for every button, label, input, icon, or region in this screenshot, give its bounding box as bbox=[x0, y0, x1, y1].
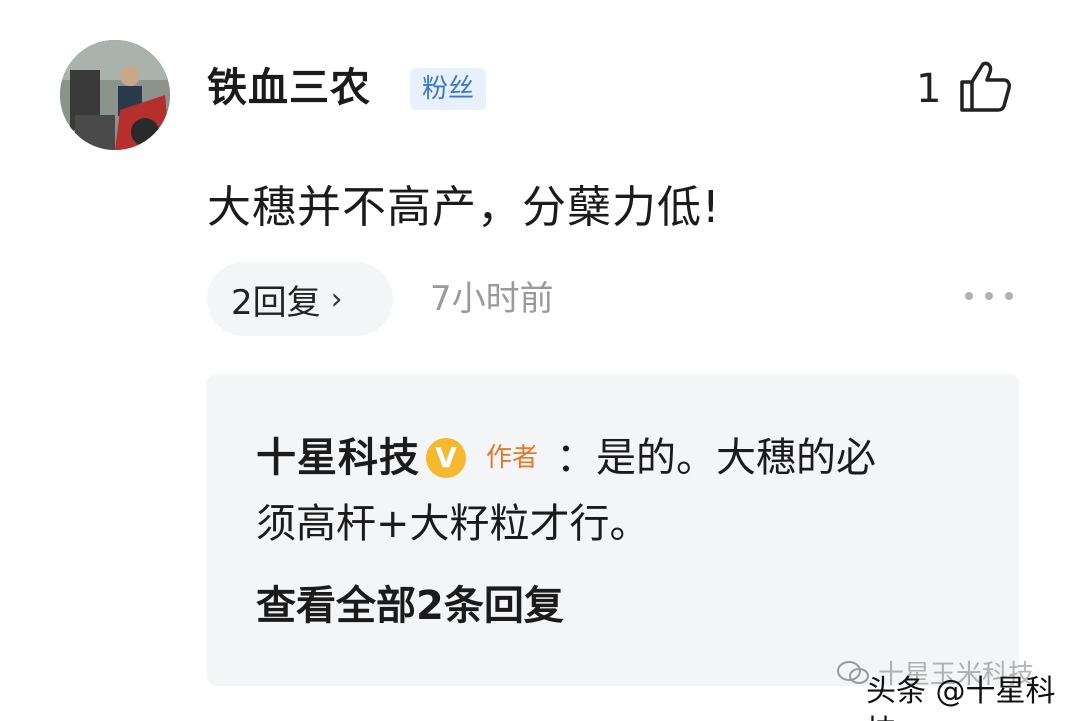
comment-text: 大穗并不高产，分蘖力低! bbox=[207, 182, 721, 233]
like-count: 1 bbox=[916, 66, 942, 112]
reply-author-name[interactable]: 十星科技 bbox=[256, 430, 420, 486]
dot bbox=[965, 292, 973, 300]
more-dots-icon[interactable] bbox=[965, 292, 1013, 300]
replies-button[interactable]: 2回复 › bbox=[207, 262, 393, 336]
reply-text-line2: 须高杆+大籽粒才行。 bbox=[256, 501, 650, 547]
commenter-avatar[interactable] bbox=[60, 40, 170, 150]
dot bbox=[1005, 292, 1013, 300]
replies-count-label: 2回复 bbox=[231, 282, 321, 323]
fan-badge: 粉丝 bbox=[410, 68, 487, 110]
commenter-username[interactable]: 铁血三农 bbox=[207, 62, 371, 114]
verified-v-icon: V bbox=[426, 438, 466, 478]
chevron-right-icon: › bbox=[330, 281, 343, 317]
view-all-replies-link[interactable]: 查看全部2条回复 bbox=[256, 578, 564, 634]
author-tag: 作者 bbox=[486, 443, 539, 473]
dot bbox=[985, 292, 993, 300]
thumbs-up-icon[interactable] bbox=[956, 58, 1014, 116]
reply-text-line1: ：是的。大穗的必 bbox=[556, 435, 877, 481]
wechat-icon bbox=[837, 660, 869, 684]
reply-first-line: 十星科技 V 作者 ：是的。大穗的必 bbox=[256, 430, 876, 486]
avatar-image bbox=[60, 40, 170, 150]
comment-time: 7小时前 bbox=[430, 279, 554, 319]
watermark-bottom: 头条 @十星科技 bbox=[866, 674, 1056, 721]
